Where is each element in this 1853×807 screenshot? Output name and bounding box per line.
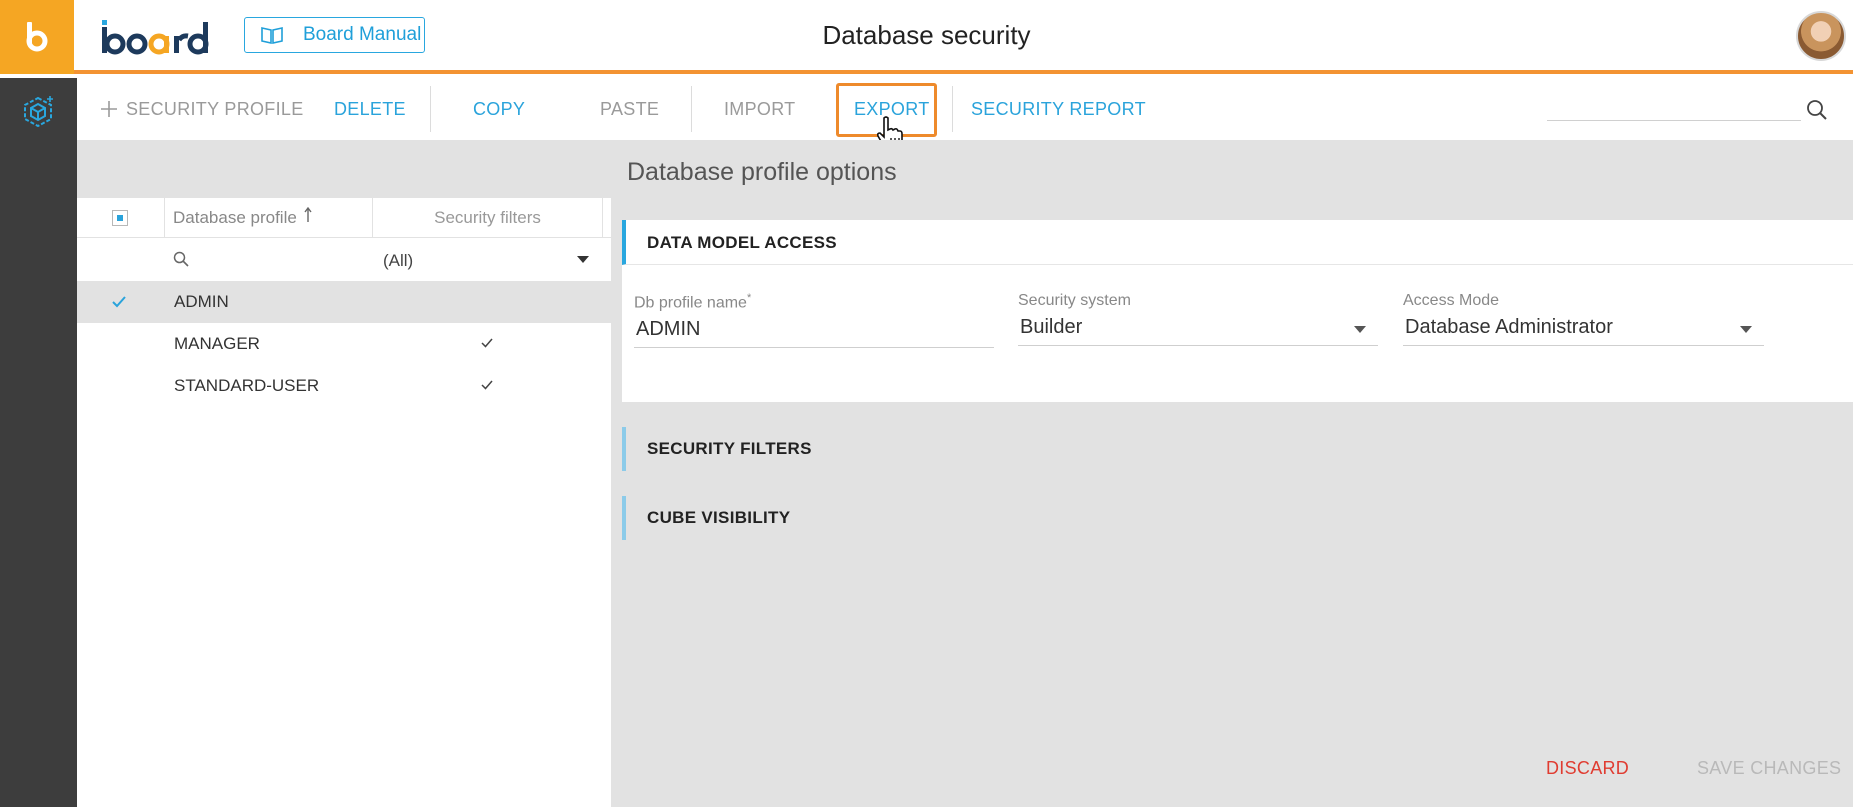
search-icon[interactable] [1806,99,1828,121]
book-icon [261,27,283,44]
add-security-profile-button[interactable]: SECURITY PROFILE [100,78,304,140]
security-report-button[interactable]: SECURITY REPORT [971,78,1146,140]
chevron-down-icon[interactable] [577,256,589,263]
copy-label: COPY [473,98,526,119]
discard-button[interactable]: DISCARD [1546,758,1629,779]
left-rail [0,78,77,807]
access-mode-select[interactable]: Database Administrator [1403,316,1764,346]
column-database-profile[interactable]: Database profile [165,198,373,238]
board-wordmark-icon [102,20,209,55]
access-mode-field: Access Mode Database Administrator [1403,292,1764,346]
db-profile-name-label: Db profile name [634,294,747,312]
security-system-label: Security system [1018,292,1131,309]
db-profile-name-input[interactable]: ADMIN [634,318,994,349]
top-bar: Board Manual Database security [0,0,1853,74]
table-row[interactable]: MANAGER [77,323,611,365]
profile-options-panel: Database profile options DATA MODEL ACCE… [611,140,1853,807]
options-title: Database profile options [627,158,897,186]
cube-visibility-section[interactable]: CUBE VISIBILITY [622,496,1022,540]
row-checkmark-icon[interactable] [111,294,127,310]
data-model-access-title: DATA MODEL ACCESS [647,233,837,252]
cube-visibility-title: CUBE VISIBILITY [647,508,791,527]
board-manual-button[interactable]: Board Manual [244,17,425,53]
profile-name: ADMIN [174,292,229,311]
security-filters-section[interactable]: SECURITY FILTERS [622,427,1022,471]
board-app-launcher[interactable] [0,0,74,74]
add-security-profile-label: SECURITY PROFILE [126,98,304,119]
chevron-down-icon [1354,326,1366,333]
access-mode-label: Access Mode [1403,292,1500,309]
delete-label: DELETE [334,98,406,119]
db-profile-name-value: ADMIN [636,318,701,341]
user-avatar[interactable] [1796,11,1846,61]
profiles-list-panel: Database profile Security filters (All) … [77,140,611,807]
board-manual-label: Board Manual [303,24,422,45]
security-system-select[interactable]: Builder [1018,316,1378,346]
delete-button[interactable]: DELETE [334,78,406,140]
checkmark-icon [481,380,493,390]
security-report-label: SECURITY REPORT [971,98,1146,119]
select-all-checkbox[interactable] [112,210,128,226]
security-system-field: Security system Builder [1018,292,1378,346]
paste-label: PASTE [600,98,660,119]
toolbar: SECURITY PROFILE DELETE COPY PASTE IMPOR… [77,78,1853,140]
profile-name: MANAGER [174,334,260,353]
select-all-cell [77,198,165,238]
table-header: Database profile Security filters [77,198,611,238]
required-mark: * [746,292,752,304]
copy-button[interactable]: COPY [473,78,525,140]
plus-icon [101,101,117,117]
list-header-band [77,140,611,198]
search-input[interactable] [1547,120,1801,121]
filter-search-icon[interactable] [173,251,189,267]
security-system-value: Builder [1020,316,1083,338]
column-security-filters[interactable]: Security filters [373,198,603,238]
column-database-profile-label: Database profile [173,208,297,227]
toolbar-divider [691,86,692,132]
import-button[interactable]: IMPORT [724,78,795,140]
import-label: IMPORT [724,98,796,119]
toolbar-divider [952,86,953,132]
filter-row: (All) [77,239,611,281]
data-model-access-header[interactable]: DATA MODEL ACCESS [622,220,1853,265]
board-b-icon [26,22,48,52]
table-row[interactable]: ADMIN [77,281,611,323]
database-cube-icon[interactable] [20,94,56,130]
paste-button[interactable]: PASTE [600,78,659,140]
db-profile-name-field: Db profile name* ADMIN [634,292,994,349]
access-mode-value: Database Administrator [1405,316,1613,338]
security-filters-title: SECURITY FILTERS [647,439,812,458]
sort-ascending-icon [304,207,312,222]
column-security-filters-label: Security filters [434,208,541,227]
data-model-access-section: DATA MODEL ACCESS Db profile name* ADMIN… [622,220,1853,402]
board-logo [100,18,210,56]
security-filters-filter-value[interactable]: (All) [383,251,413,271]
chevron-down-icon [1740,326,1752,333]
checkmark-icon [481,338,493,348]
save-changes-button[interactable]: SAVE CHANGES [1697,758,1841,779]
page-title: Database security [822,20,1031,50]
toolbar-divider [430,86,431,132]
profile-name: STANDARD-USER [174,376,320,395]
table-row[interactable]: STANDARD-USER [77,365,611,407]
